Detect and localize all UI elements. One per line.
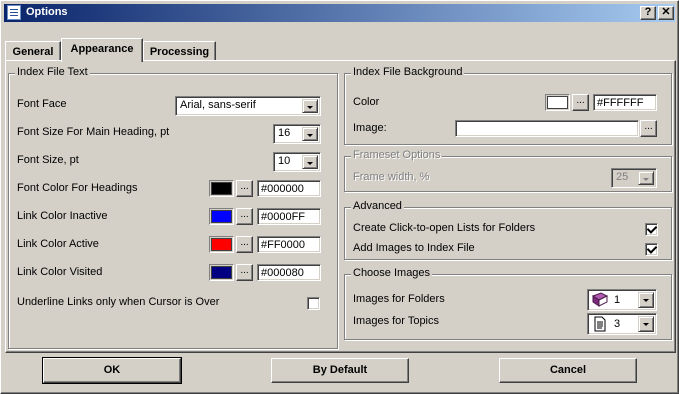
- index-file-text-legend: Index File Text: [15, 66, 90, 78]
- frame-width-value: 25: [616, 171, 629, 183]
- font-size-main-value: 16: [278, 127, 291, 139]
- background-color-hex-value: #FFFFFF: [597, 97, 644, 109]
- link-inactive-hex-input[interactable]: #0000FF: [257, 208, 321, 225]
- link-visited-hex-input[interactable]: #000080: [257, 264, 321, 281]
- font-face-select[interactable]: Arial, sans-serif: [175, 96, 321, 116]
- font-size-main-label: Font Size For Main Heading, pt: [17, 126, 170, 138]
- link-active-label: Link Color Active: [17, 238, 99, 250]
- tab-processing[interactable]: Processing: [143, 41, 216, 61]
- font-size-value: 10: [278, 155, 291, 167]
- background-image-input[interactable]: [455, 120, 639, 137]
- background-color-label: Color: [353, 96, 380, 108]
- images-topics-label: Images for Topics: [353, 315, 440, 327]
- close-button[interactable]: ✕: [658, 6, 674, 20]
- link-visited-swatch[interactable]: [209, 264, 234, 281]
- color-headings-browse-button[interactable]: ...: [236, 180, 253, 197]
- background-image-label: Image:: [353, 122, 387, 134]
- link-inactive-hex-value: #0000FF: [261, 211, 306, 223]
- window-title: Options: [26, 6, 68, 18]
- font-face-label: Font Face: [17, 98, 67, 110]
- background-color-browse-button[interactable]: ...: [572, 94, 589, 111]
- link-inactive-label: Link Color Inactive: [17, 210, 108, 222]
- images-folders-label: Images for Folders: [353, 293, 445, 305]
- link-visited-hex-value: #000080: [261, 267, 304, 279]
- chevron-down-icon[interactable]: [302, 127, 318, 141]
- underline-checkbox[interactable]: [307, 297, 320, 310]
- chevron-down-icon[interactable]: [638, 292, 654, 308]
- advanced-group: Advanced Create Click-to-open Lists for …: [344, 200, 672, 260]
- color-headings-hex-input[interactable]: #000000: [257, 180, 321, 197]
- advanced-legend: Advanced: [351, 200, 404, 212]
- title-bar: Options ? ✕: [4, 4, 675, 22]
- images-topics-value: 3: [614, 318, 621, 330]
- link-active-swatch[interactable]: [209, 236, 234, 253]
- index-file-text-group: Index File Text Font Face Arial, sans-se…: [8, 66, 338, 349]
- chevron-down-icon[interactable]: [638, 316, 654, 332]
- underline-label: Underline Links only when Cursor is Over: [17, 296, 220, 308]
- link-active-hex-value: #FF0000: [261, 239, 306, 251]
- images-folders-select[interactable]: 1: [587, 289, 657, 311]
- choose-images-group: Choose Images Images for Folders 1 Image…: [344, 267, 672, 340]
- link-visited-label: Link Color Visited: [17, 266, 103, 278]
- frameset-options-group: Frameset Options Frame width, % 25: [344, 149, 672, 192]
- color-headings-hex-value: #000000: [261, 183, 304, 195]
- cancel-button[interactable]: Cancel: [499, 358, 637, 383]
- click-to-open-checkbox[interactable]: [645, 223, 658, 236]
- tab-panel-appearance: Index File Text Font Face Arial, sans-se…: [5, 60, 676, 353]
- frameset-options-legend: Frameset Options: [351, 149, 443, 161]
- link-inactive-swatch[interactable]: [209, 208, 234, 225]
- color-headings-label: Font Color For Headings: [17, 182, 138, 194]
- choose-images-legend: Choose Images: [351, 267, 433, 279]
- font-face-value: Arial, sans-serif: [180, 99, 256, 111]
- images-topics-select[interactable]: 3: [587, 313, 657, 335]
- book-icon: [591, 292, 609, 307]
- app-icon: [7, 5, 21, 20]
- ok-button[interactable]: OK: [42, 357, 182, 384]
- font-size-label: Font Size, pt: [17, 154, 79, 166]
- index-file-background-group: Index File Background Color ... #FFFFFF …: [344, 66, 672, 145]
- chevron-down-icon[interactable]: [302, 155, 318, 169]
- index-file-background-legend: Index File Background: [351, 66, 465, 78]
- chevron-down-icon[interactable]: [638, 171, 654, 185]
- background-color-hex-input[interactable]: #FFFFFF: [593, 94, 657, 111]
- frame-width-select[interactable]: 25: [611, 168, 657, 188]
- images-folders-value: 1: [614, 294, 621, 306]
- help-button[interactable]: ?: [640, 6, 656, 20]
- by-default-button[interactable]: By Default: [271, 358, 409, 383]
- tab-general[interactable]: General: [5, 41, 61, 61]
- add-images-label: Add Images to Index File: [353, 242, 475, 254]
- chevron-down-icon[interactable]: [302, 99, 318, 113]
- tab-appearance[interactable]: Appearance: [61, 38, 143, 62]
- page-icon: [594, 316, 606, 332]
- background-image-browse-button[interactable]: ...: [640, 120, 657, 137]
- background-color-swatch[interactable]: [545, 94, 570, 111]
- link-inactive-browse-button[interactable]: ...: [236, 208, 253, 225]
- link-active-hex-input[interactable]: #FF0000: [257, 236, 321, 253]
- link-active-browse-button[interactable]: ...: [236, 236, 253, 253]
- link-visited-browse-button[interactable]: ...: [236, 264, 253, 281]
- font-size-select[interactable]: 10: [273, 152, 321, 172]
- frame-width-label: Frame width, %: [353, 171, 430, 183]
- color-headings-swatch[interactable]: [209, 180, 234, 197]
- font-size-main-select[interactable]: 16: [273, 124, 321, 144]
- options-dialog: Options ? ✕ General Appearance Processin…: [0, 0, 679, 394]
- click-to-open-label: Create Click-to-open Lists for Folders: [353, 222, 536, 234]
- add-images-checkbox[interactable]: [645, 243, 658, 256]
